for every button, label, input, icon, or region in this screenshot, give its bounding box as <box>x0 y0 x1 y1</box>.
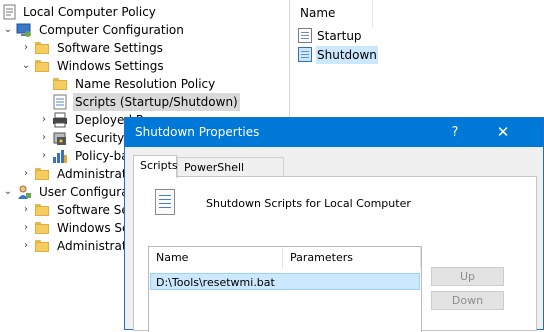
tree-root-label: Local Computer Policy <box>23 5 156 19</box>
chevron-right-icon[interactable]: › <box>38 147 50 165</box>
tree-label: Windows Settings <box>57 59 164 73</box>
script-icon <box>298 47 314 63</box>
tab-scripts[interactable]: Scripts <box>133 155 178 178</box>
panel-caption: Shutdown Scripts for Local Computer <box>206 197 411 210</box>
dialog-title-bar[interactable]: Shutdown Properties ? ✕ <box>125 118 543 147</box>
column-header-name[interactable]: Name <box>149 247 283 269</box>
chevron-down-icon[interactable]: ⌄ <box>2 183 14 201</box>
column-divider[interactable] <box>372 0 373 28</box>
table-row[interactable]: D:\Tools\resetwmi.bat <box>150 273 420 290</box>
list-item-label: Shutdown <box>316 46 378 64</box>
security-icon <box>52 130 68 146</box>
tree-label: Windows Se <box>57 221 130 235</box>
script-icon <box>152 189 178 217</box>
chevron-right-icon[interactable]: › <box>20 237 32 255</box>
tree-label: Software Settings <box>57 41 163 55</box>
tree-label: Administrat <box>57 167 127 181</box>
chevron-right-icon[interactable]: › <box>38 129 50 147</box>
folder-icon <box>34 202 50 218</box>
scripts-tab-panel: Shutdown Scripts for Local Computer Name… <box>133 176 537 332</box>
column-header-name[interactable]: Name <box>300 6 335 20</box>
chevron-down-icon[interactable]: ⌄ <box>2 21 14 39</box>
chevron-right-icon[interactable]: › <box>20 165 32 183</box>
printer-icon <box>52 112 68 128</box>
tree-label: Computer Configuration <box>39 23 184 37</box>
folder-icon <box>34 40 50 56</box>
folder-icon <box>34 58 50 74</box>
help-icon[interactable]: ? <box>443 118 467 147</box>
user-icon <box>16 184 32 200</box>
tab-powershell-scripts[interactable]: PowerShell Scripts <box>177 157 284 194</box>
tree-label: Scripts (Startup/Shutdown) <box>73 93 240 111</box>
chevron-right-icon[interactable]: › <box>20 201 32 219</box>
tree-label: Administrati <box>57 239 130 253</box>
computer-icon <box>16 22 32 38</box>
folder-icon <box>34 166 50 182</box>
chevron-right-icon[interactable]: › <box>38 111 50 129</box>
policy-document-icon <box>2 4 18 20</box>
scripts-table: Name Parameters D:\Tools\resetwmi.bat <box>148 246 422 332</box>
chevron-right-icon[interactable]: › <box>20 219 32 237</box>
dialog-title: Shutdown Properties <box>135 125 260 139</box>
chevron-right-icon[interactable]: › <box>20 39 32 57</box>
script-icon <box>52 94 68 110</box>
tree-label: Name Resolution Policy <box>75 77 216 91</box>
up-button[interactable]: Up <box>431 267 504 286</box>
folder-icon <box>34 220 50 236</box>
list-item-label: Startup <box>317 29 362 43</box>
tree-label: Policy-ba <box>75 149 129 163</box>
shutdown-properties-dialog: Shutdown Properties ? ✕ Scripts PowerShe… <box>124 117 544 332</box>
chevron-down-icon[interactable]: ⌄ <box>20 57 32 75</box>
down-button[interactable]: Down <box>431 291 504 310</box>
column-header-parameters[interactable]: Parameters <box>283 247 421 269</box>
script-icon <box>298 28 314 44</box>
row-script-name: D:\Tools\resetwmi.bat <box>156 276 275 289</box>
close-icon[interactable]: ✕ <box>487 118 519 147</box>
folder-icon <box>34 238 50 254</box>
folder-icon <box>52 76 68 92</box>
bar-chart-icon <box>52 148 68 164</box>
